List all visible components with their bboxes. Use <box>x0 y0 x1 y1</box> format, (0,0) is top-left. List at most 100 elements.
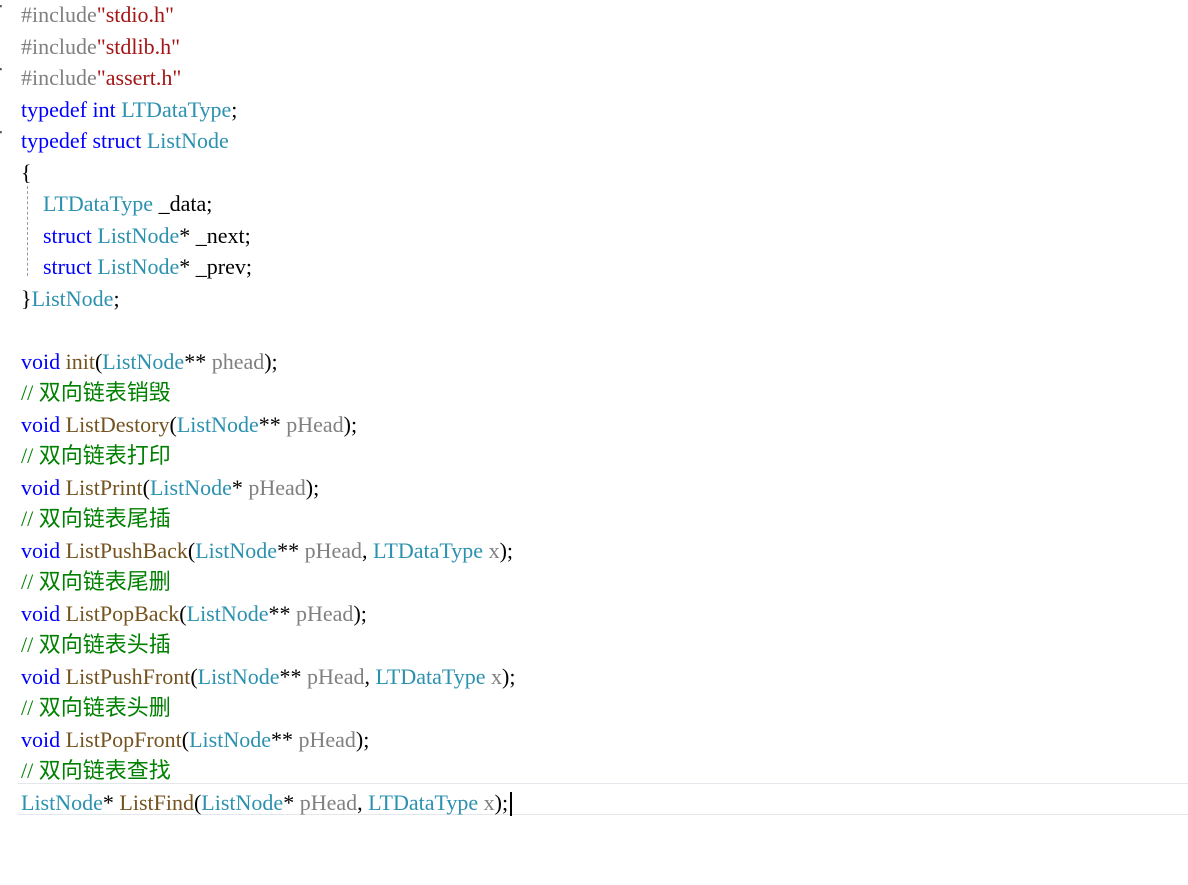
code-line[interactable]: typedef int LTDataType; <box>21 95 1188 127</box>
code-token: ListNode <box>31 285 114 311</box>
fold-marker-icon[interactable]: ▪ <box>0 2 3 11</box>
code-token: ListPopFront <box>65 726 182 752</box>
fold-marker-icon[interactable]: ▪ <box>0 128 3 137</box>
code-token: ); <box>353 600 367 626</box>
code-token: ); <box>305 474 320 500</box>
code-token: // 双向链表销毁 <box>21 380 171 405</box>
code-token: pHead <box>298 726 356 752</box>
code-token: // 双向链表尾插 <box>21 506 171 531</box>
code-token: pHead <box>299 789 358 815</box>
code-token: typedef <box>21 96 87 122</box>
code-line[interactable]: { <box>21 158 1188 190</box>
code-token: void <box>21 726 61 752</box>
code-token: int <box>92 96 116 122</box>
code-token: void <box>21 600 61 626</box>
code-line[interactable]: }ListNode; <box>21 284 1188 316</box>
code-token: { <box>21 159 32 185</box>
code-line[interactable]: // 双向链表尾插 <box>21 504 1188 536</box>
code-token: LTDataType <box>43 191 154 216</box>
code-token: x <box>491 663 503 689</box>
code-token: phead <box>211 348 265 374</box>
code-token: #include <box>21 65 97 90</box>
code-line[interactable]: // 双向链表头插 <box>21 630 1188 662</box>
code-token: ( <box>190 663 198 689</box>
code-line[interactable]: void init(ListNode** phead); <box>21 347 1188 379</box>
code-token: init <box>65 348 95 374</box>
code-line[interactable]: // 双向链表打印 <box>21 441 1188 473</box>
code-line[interactable]: // 双向链表销毁 <box>21 378 1188 410</box>
code-token: * _prev; <box>179 254 252 279</box>
code-token: // 双向链表查找 <box>21 758 171 783</box>
code-token: ListNode <box>149 474 232 500</box>
code-line[interactable]: ▪ typedef struct ListNode <box>0 126 1188 158</box>
text-caret <box>510 792 513 817</box>
code-token: void <box>21 348 61 374</box>
code-token: LTDataType <box>375 663 486 689</box>
code-line[interactable]: struct ListNode* _next; <box>21 221 1188 253</box>
code-token: ListPopBack <box>65 600 180 626</box>
code-line[interactable]: // 双向链表查找 <box>21 756 1188 788</box>
code-token: typedef <box>21 128 87 153</box>
code-token: ** <box>270 726 299 752</box>
code-token: pHead <box>307 663 365 689</box>
code-token: ListNode <box>97 222 180 248</box>
code-line[interactable]: void ListPrint(ListNode* pHead); <box>21 473 1188 505</box>
code-token: , <box>357 789 369 815</box>
code-token: ** <box>258 411 287 437</box>
code-token: pHead <box>304 537 362 563</box>
code-token: LTDataType <box>368 789 479 815</box>
code-line[interactable]: void ListPopFront(ListNode** pHead); <box>21 725 1188 757</box>
code-line[interactable]: ▪ #include"assert.h" <box>0 63 1188 95</box>
code-line[interactable]: // 双向链表尾删 <box>21 567 1188 599</box>
code-token: ); <box>343 411 358 437</box>
code-line[interactable]: #include"stdlib.h" <box>21 32 1188 64</box>
code-line[interactable]: ▪ #include"stdio.h" <box>0 0 1188 32</box>
code-token: ListPushFront <box>65 663 191 689</box>
code-token: ** <box>279 663 308 689</box>
code-token: ListPushBack <box>65 537 188 563</box>
code-token: void <box>21 411 61 437</box>
code-token: ListNode <box>176 411 259 437</box>
code-token: void <box>21 474 61 500</box>
code-line[interactable]: // 双向链表头删 <box>21 693 1188 725</box>
code-token: struct <box>43 254 92 279</box>
code-token: , <box>364 663 376 689</box>
code-token: ; <box>113 285 120 311</box>
code-line[interactable]: void ListPushBack(ListNode** pHead, LTDa… <box>21 536 1188 568</box>
code-token: * <box>231 474 249 500</box>
code-token: ListNode <box>21 789 103 815</box>
code-token: ListNode <box>197 663 280 689</box>
code-token: * _next; <box>179 222 251 248</box>
code-line[interactable]: struct ListNode* _prev; <box>21 252 1188 284</box>
code-token: "stdlib.h" <box>96 33 181 59</box>
fold-marker-icon[interactable]: ▪ <box>0 65 3 74</box>
code-line[interactable] <box>21 315 1188 347</box>
code-token: x <box>483 789 495 815</box>
code-line[interactable]: void ListPopBack(ListNode** pHead); <box>21 599 1188 631</box>
code-token: ListFind <box>119 789 194 815</box>
code-token: , <box>362 537 373 563</box>
code-token: struct <box>92 128 142 153</box>
code-token: #include <box>21 33 97 59</box>
code-token: // 双向链表头插 <box>21 632 171 657</box>
code-token: ** <box>268 600 297 626</box>
code-token: ListNode <box>97 254 180 279</box>
code-token: ( <box>181 726 190 752</box>
code-token: ListNode <box>201 789 284 815</box>
code-line[interactable]: void ListPushFront(ListNode** pHead, LTD… <box>21 662 1188 694</box>
code-lines[interactable]: ▪ #include"stdio.h" #include"stdlib.h" ▪ #in… <box>0 0 1188 820</box>
code-token: // 双向链表尾删 <box>21 569 171 594</box>
code-token: ListNode <box>186 600 269 626</box>
code-editor[interactable]: ▪ #include"stdio.h" #include"stdlib.h" ▪ #in… <box>0 0 1188 885</box>
code-line[interactable]: LTDataType _data; <box>21 189 1188 221</box>
code-token: // 双向链表打印 <box>21 443 171 468</box>
current-code-line[interactable]: ListNode* ListFind(ListNode* pHead, LTDa… <box>21 788 1188 820</box>
code-token: void <box>21 537 61 563</box>
code-line[interactable]: void ListDestory(ListNode** pHead); <box>21 410 1188 442</box>
code-token: "stdio.h" <box>96 2 175 27</box>
code-token: ); <box>264 348 278 374</box>
code-token: ( <box>142 474 150 500</box>
code-token: ListDestory <box>65 411 170 437</box>
